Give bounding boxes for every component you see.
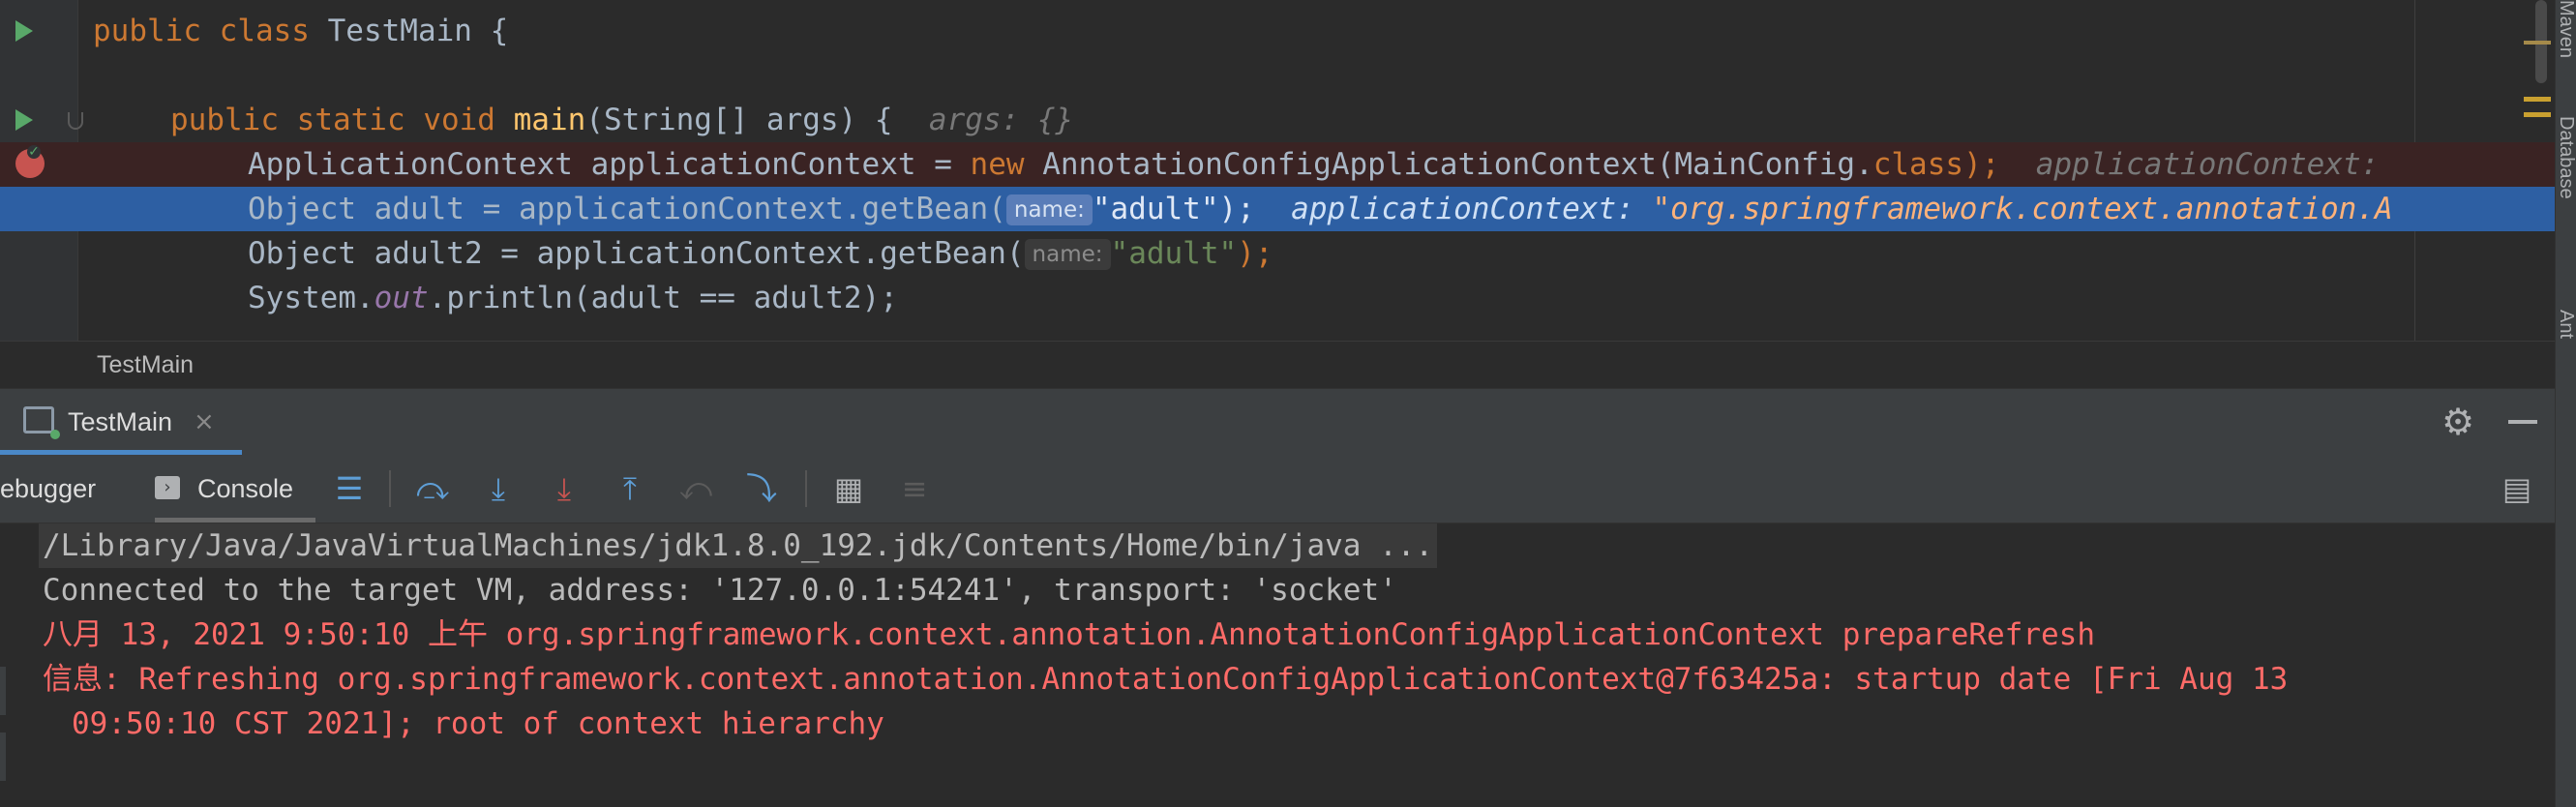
parameter-hint: name: <box>1005 194 1093 225</box>
breadcrumb: TestMain <box>0 341 2555 388</box>
inline-debug-hint: args: {} <box>928 103 1074 137</box>
code-text: ); <box>1237 236 1273 271</box>
step-over-icon[interactable]: ⤼ <box>414 470 451 507</box>
evaluate-expression-icon[interactable]: ▦ <box>830 470 867 507</box>
drop-frame-icon[interactable]: ⤺ <box>677 470 714 507</box>
breakpoint-check-icon: ✓ <box>27 144 41 160</box>
active-tab-indicator <box>155 518 315 523</box>
scroll-marker[interactable] <box>2524 41 2551 45</box>
toolbar-separator <box>805 470 807 507</box>
step-out-icon[interactable]: ⤒ <box>612 470 648 507</box>
method-name: main <box>513 103 586 137</box>
gear-icon[interactable]: ⚙ <box>2439 403 2477 441</box>
tab-testmain[interactable]: TestMain × <box>0 389 242 455</box>
code-text: AnnotationConfigApplicationContext(MainC… <box>1042 147 1873 182</box>
toolbar-separator <box>389 470 391 507</box>
string-literal: "adult" <box>1110 236 1238 271</box>
console-line-log: 09:50:10 CST 2021]; root of context hier… <box>72 706 884 741</box>
code-text: ApplicationContext applicationContext = <box>248 147 971 182</box>
right-tool-stripe: Maven Database Ant <box>2555 0 2576 807</box>
string-literal: "adult" <box>1092 192 1219 226</box>
code-line-breakpoint[interactable]: ApplicationContext applicationContext = … <box>0 142 2555 187</box>
ant-tool-button[interactable]: Ant <box>2556 310 2576 377</box>
code-text: Object adult = applicationContext.getBea… <box>248 192 1006 226</box>
code-text: ); <box>1218 192 1292 226</box>
close-icon[interactable]: × <box>194 389 215 455</box>
scroll-marker[interactable] <box>2524 97 2551 102</box>
keyword: void <box>423 103 514 137</box>
inline-debug-hint: applicationContext: <box>2035 147 2397 182</box>
keyword: class <box>219 14 328 48</box>
code-text: System. <box>248 281 374 315</box>
tab-label: TestMain <box>68 407 173 436</box>
code-line-2[interactable]: public static void main(String[] args) {… <box>0 98 2555 142</box>
keyword: public <box>170 103 297 137</box>
code-line-5[interactable]: Object adult2 = applicationContext.getBe… <box>0 231 2555 276</box>
fold-icon[interactable] <box>68 112 83 130</box>
run-main-icon[interactable] <box>15 109 33 131</box>
static-field: out <box>374 281 429 315</box>
run-class-icon[interactable] <box>15 20 33 42</box>
inline-debug-hint: applicationContext: <box>1291 192 1653 226</box>
console-output[interactable]: /Library/Java/JavaVirtualMachines/jdk1.8… <box>0 523 2555 807</box>
code-text: (String[] args) { <box>585 103 929 137</box>
keyword: class <box>1872 147 1964 182</box>
minimize-icon[interactable] <box>2508 420 2537 424</box>
layout-settings-icon[interactable]: ▤ <box>2501 470 2533 507</box>
console-icon: › <box>155 476 180 499</box>
code-line-6[interactable]: System.out.println(adult == adult2); <box>0 276 2555 320</box>
console-fold-marker <box>0 732 6 781</box>
keyword: static <box>296 103 424 137</box>
run-to-cursor-icon[interactable]: ⤵ <box>743 470 780 507</box>
scroll-marker[interactable] <box>2524 112 2551 117</box>
tab-console[interactable]: › Console <box>155 455 315 523</box>
debugger-toolbar: ebugger › Console ▤ ☰ ⤼ ⤓ ⤓ ⤒ ⤺ ⤵ ▦ ≡ <box>0 455 2555 523</box>
breadcrumb-item[interactable]: TestMain <box>97 342 194 388</box>
debug-config-icon <box>23 406 54 433</box>
maven-tool-button[interactable]: Maven <box>2556 0 2576 68</box>
code-editor[interactable]: public class TestMain { public static vo… <box>0 0 2555 341</box>
code-text: .println(adult == adult2); <box>428 281 898 315</box>
console-line-log: 信息: Refreshing org.springframework.conte… <box>43 662 2289 697</box>
running-indicator-icon <box>50 430 60 439</box>
debug-tool-window-header: TestMain × ⚙ <box>0 388 2555 455</box>
code-line-current-execution[interactable]: Object adult = applicationContext.getBea… <box>0 187 2555 231</box>
inline-debug-value: "org.springframework.context.annotation.… <box>1652 192 2393 226</box>
force-step-into-icon[interactable]: ⤓ <box>546 470 583 507</box>
tab-debugger[interactable]: ebugger <box>0 455 96 523</box>
step-into-icon[interactable]: ⤓ <box>480 470 517 507</box>
trace-icon[interactable]: ≡ <box>896 470 933 507</box>
console-line-command[interactable]: /Library/Java/JavaVirtualMachines/jdk1.8… <box>39 523 1438 568</box>
console-fold-marker <box>0 667 6 715</box>
keyword: new <box>970 147 1043 182</box>
code-line-1[interactable]: public class TestMain { <box>0 9 2555 53</box>
code-text: ); <box>1963 147 2036 182</box>
database-tool-button[interactable]: Database <box>2556 116 2576 261</box>
tab-label: Console <box>197 474 294 503</box>
threads-icon[interactable]: ☰ <box>331 470 368 507</box>
parameter-hint: name: <box>1024 239 1111 270</box>
code-text: TestMain { <box>327 14 509 48</box>
code-text: Object adult2 = applicationContext.getBe… <box>248 236 1025 271</box>
console-line-log: 八月 13, 2021 9:50:10 上午 org.springframewo… <box>43 617 2096 652</box>
keyword: public <box>93 14 220 48</box>
console-line: Connected to the target VM, address: '12… <box>43 573 1397 608</box>
